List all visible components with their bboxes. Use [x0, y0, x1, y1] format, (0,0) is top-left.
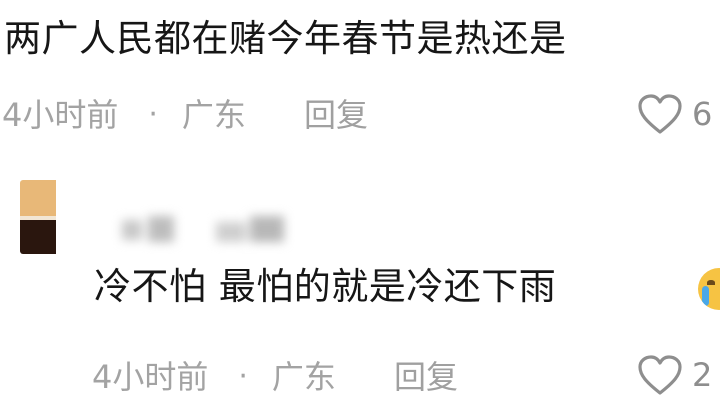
- like-count: 6: [692, 95, 713, 133]
- comment-text: 两广人民都在赌今年春节是热还是: [4, 17, 567, 60]
- crying-face-emoji: [698, 268, 720, 310]
- like-button[interactable]: 6: [636, 92, 712, 136]
- avatar[interactable]: [20, 180, 56, 254]
- like-count: 2: [692, 356, 713, 394]
- meta-separator: ·: [238, 359, 248, 394]
- comment-location: 广东: [271, 358, 336, 396]
- username-blurred: [100, 208, 310, 248]
- comment-location: 广东: [181, 96, 246, 134]
- heart-outline-icon: [638, 355, 682, 395]
- comment-meta: 4小时前 · 广东 回复: [92, 361, 458, 393]
- comment-time: 4小时前: [2, 96, 119, 134]
- heart-outline-icon: [638, 94, 682, 134]
- reply-button[interactable]: 回复: [304, 99, 368, 131]
- meta-separator: ·: [148, 97, 158, 132]
- like-button[interactable]: 2: [636, 353, 712, 397]
- comment-meta: 4小时前 · 广东 回复: [2, 99, 368, 131]
- reply-button[interactable]: 回复: [394, 361, 458, 393]
- comment-text: 冷不怕 最怕的就是冷还下雨: [94, 265, 557, 308]
- comment-time: 4小时前: [92, 358, 209, 396]
